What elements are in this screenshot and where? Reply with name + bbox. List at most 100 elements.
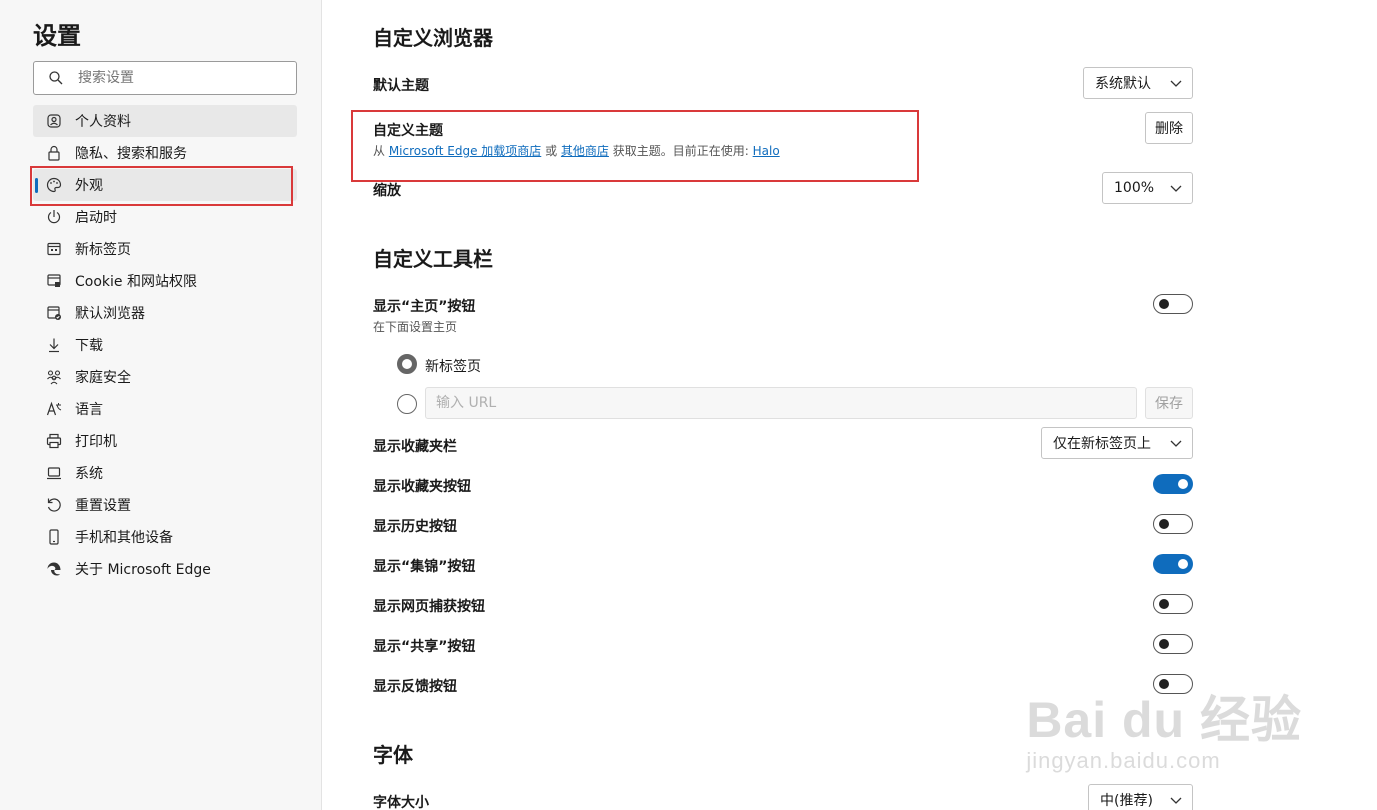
radio-new-tab[interactable] <box>397 354 417 374</box>
sidebar-item-label: 重置设置 <box>75 498 131 514</box>
sidebar-item-appearance[interactable]: 外观 <box>33 169 297 201</box>
toggle-share-button-label: 显示“共享”按钮 <box>373 639 476 655</box>
reset-icon <box>46 497 62 513</box>
sidebar-item-label: 关于 Microsoft Edge <box>75 562 211 578</box>
custom-theme-description: 从 Microsoft Edge 加载项商店 或 其他商店 获取主题。目前正在使… <box>373 142 780 159</box>
toggle-knob <box>1159 639 1169 649</box>
sidebar-item-reset[interactable]: 重置设置 <box>33 489 297 521</box>
favorites-bar-label: 显示收藏夹栏 <box>373 439 457 455</box>
toggle-collections-button-label: 显示“集锦”按钮 <box>373 559 476 575</box>
radio-new-tab-label: 新标签页 <box>425 359 481 375</box>
sidebar-item-about[interactable]: 关于 Microsoft Edge <box>33 553 297 585</box>
section-title-fonts: 字体 <box>373 743 413 767</box>
toggle-knob <box>1159 519 1169 529</box>
home-button-subtext: 在下面设置主页 <box>373 320 458 334</box>
sidebar-item-printers[interactable]: 打印机 <box>33 425 297 457</box>
chevron-down-icon <box>1170 440 1182 447</box>
sidebar-item-startup[interactable]: 启动时 <box>33 201 297 233</box>
phone-icon <box>46 529 62 545</box>
laptop-icon <box>46 465 62 481</box>
toggle-knob <box>1159 299 1169 309</box>
search-icon <box>49 71 63 85</box>
profile-icon <box>46 113 62 129</box>
custom-theme-current: 获取主题。目前正在使用: <box>608 144 753 158</box>
sidebar-item-default-browser[interactable]: 默认浏览器 <box>33 297 297 329</box>
edge-logo-icon <box>46 561 62 577</box>
sidebar-item-cookies[interactable]: Cookie 和网站权限 <box>33 265 297 297</box>
default-theme-value: 系统默认 <box>1095 76 1151 92</box>
download-icon <box>46 337 62 353</box>
edge-addons-store-link[interactable]: Microsoft Edge 加载项商店 <box>389 144 541 158</box>
sidebar-item-label: 外观 <box>75 178 103 194</box>
radio-url[interactable] <box>397 394 417 414</box>
sidebar-item-label: 下载 <box>75 338 103 354</box>
settings-nav: 个人资料 隐私、搜索和服务 外观 启动时 新标签页 Cookie 和网站权限 默… <box>33 105 297 585</box>
sidebar-item-label: Cookie 和网站权限 <box>75 274 197 290</box>
sidebar-item-system[interactable]: 系统 <box>33 457 297 489</box>
sidebar-item-label: 打印机 <box>75 434 117 450</box>
sidebar-item-downloads[interactable]: 下载 <box>33 329 297 361</box>
palette-icon <box>46 177 62 193</box>
history-button-toggle[interactable] <box>1153 514 1193 534</box>
toggle-knob <box>1159 599 1169 609</box>
web-capture-button-toggle[interactable] <box>1153 594 1193 614</box>
printer-icon <box>46 433 62 449</box>
font-size-dropdown[interactable]: 中(推荐) <box>1088 784 1193 810</box>
sidebar-item-label: 家庭安全 <box>75 370 131 386</box>
sidebar-item-phone[interactable]: 手机和其他设备 <box>33 521 297 553</box>
collections-button-toggle[interactable] <box>1153 554 1193 574</box>
home-button-label: 显示“主页”按钮 <box>373 299 476 315</box>
toggle-knob <box>1178 479 1188 489</box>
sidebar-title: 设置 <box>33 23 81 50</box>
other-stores-link[interactable]: 其他商店 <box>561 144 609 158</box>
home-button-toggle[interactable] <box>1153 294 1193 314</box>
sidebar-item-new-tab[interactable]: 新标签页 <box>33 233 297 265</box>
toggle-web-capture-button-label: 显示网页捕获按钮 <box>373 599 485 615</box>
lock-icon <box>46 145 62 161</box>
sidebar-item-label: 手机和其他设备 <box>75 530 173 546</box>
custom-theme-label: 自定义主题 <box>373 123 443 139</box>
toggle-favorites-button-label: 显示收藏夹按钮 <box>373 479 471 495</box>
default-theme-dropdown[interactable]: 系统默认 <box>1083 67 1193 99</box>
section-title-customize-toolbar: 自定义工具栏 <box>373 247 493 271</box>
custom-theme-or: 或 <box>541 144 561 158</box>
sidebar-item-family[interactable]: 家庭安全 <box>33 361 297 393</box>
sidebar-item-label: 系统 <box>75 466 103 482</box>
favorites-button-toggle[interactable] <box>1153 474 1193 494</box>
language-icon <box>46 401 62 417</box>
favorites-bar-dropdown[interactable]: 仅在新标签页上 <box>1041 427 1193 459</box>
zoom-dropdown[interactable]: 100% <box>1102 172 1193 204</box>
default-theme-label: 默认主题 <box>373 78 429 94</box>
default-browser-icon <box>46 305 62 321</box>
toggle-feedback-button-label: 显示反馈按钮 <box>373 679 457 695</box>
toggle-history-button-label: 显示历史按钮 <box>373 519 457 535</box>
sidebar-item-label: 启动时 <box>75 210 117 226</box>
share-button-toggle[interactable] <box>1153 634 1193 654</box>
custom-theme-prefix: 从 <box>373 144 389 158</box>
home-url-input[interactable] <box>425 387 1137 419</box>
new-tab-icon <box>46 241 62 257</box>
search-box[interactable] <box>33 61 297 95</box>
power-icon <box>46 209 62 225</box>
sidebar-item-label: 默认浏览器 <box>75 306 145 322</box>
zoom-label: 缩放 <box>373 183 401 199</box>
toggle-knob <box>1178 559 1188 569</box>
save-url-button[interactable]: 保存 <box>1145 387 1193 419</box>
family-icon <box>46 369 62 385</box>
chevron-down-icon <box>1170 185 1182 192</box>
sidebar-item-label: 隐私、搜索和服务 <box>75 146 187 162</box>
sidebar-item-profile[interactable]: 个人资料 <box>33 105 297 137</box>
sidebar-item-languages[interactable]: 语言 <box>33 393 297 425</box>
baidu-watermark: Bai du 经验 jingyan.baidu.com <box>1026 680 1302 774</box>
chevron-down-icon <box>1170 80 1182 87</box>
current-theme-link[interactable]: Halo <box>753 144 780 158</box>
section-title-customize-browser: 自定义浏览器 <box>373 26 493 50</box>
delete-theme-button[interactable]: 删除 <box>1145 112 1193 144</box>
font-size-value: 中(推荐) <box>1100 793 1153 809</box>
sidebar-item-label: 语言 <box>75 402 103 418</box>
zoom-value: 100% <box>1114 180 1155 196</box>
search-input[interactable] <box>78 70 278 86</box>
sidebar-item-label: 新标签页 <box>75 242 131 258</box>
site-permissions-icon <box>46 273 62 289</box>
sidebar-item-privacy[interactable]: 隐私、搜索和服务 <box>33 137 297 169</box>
